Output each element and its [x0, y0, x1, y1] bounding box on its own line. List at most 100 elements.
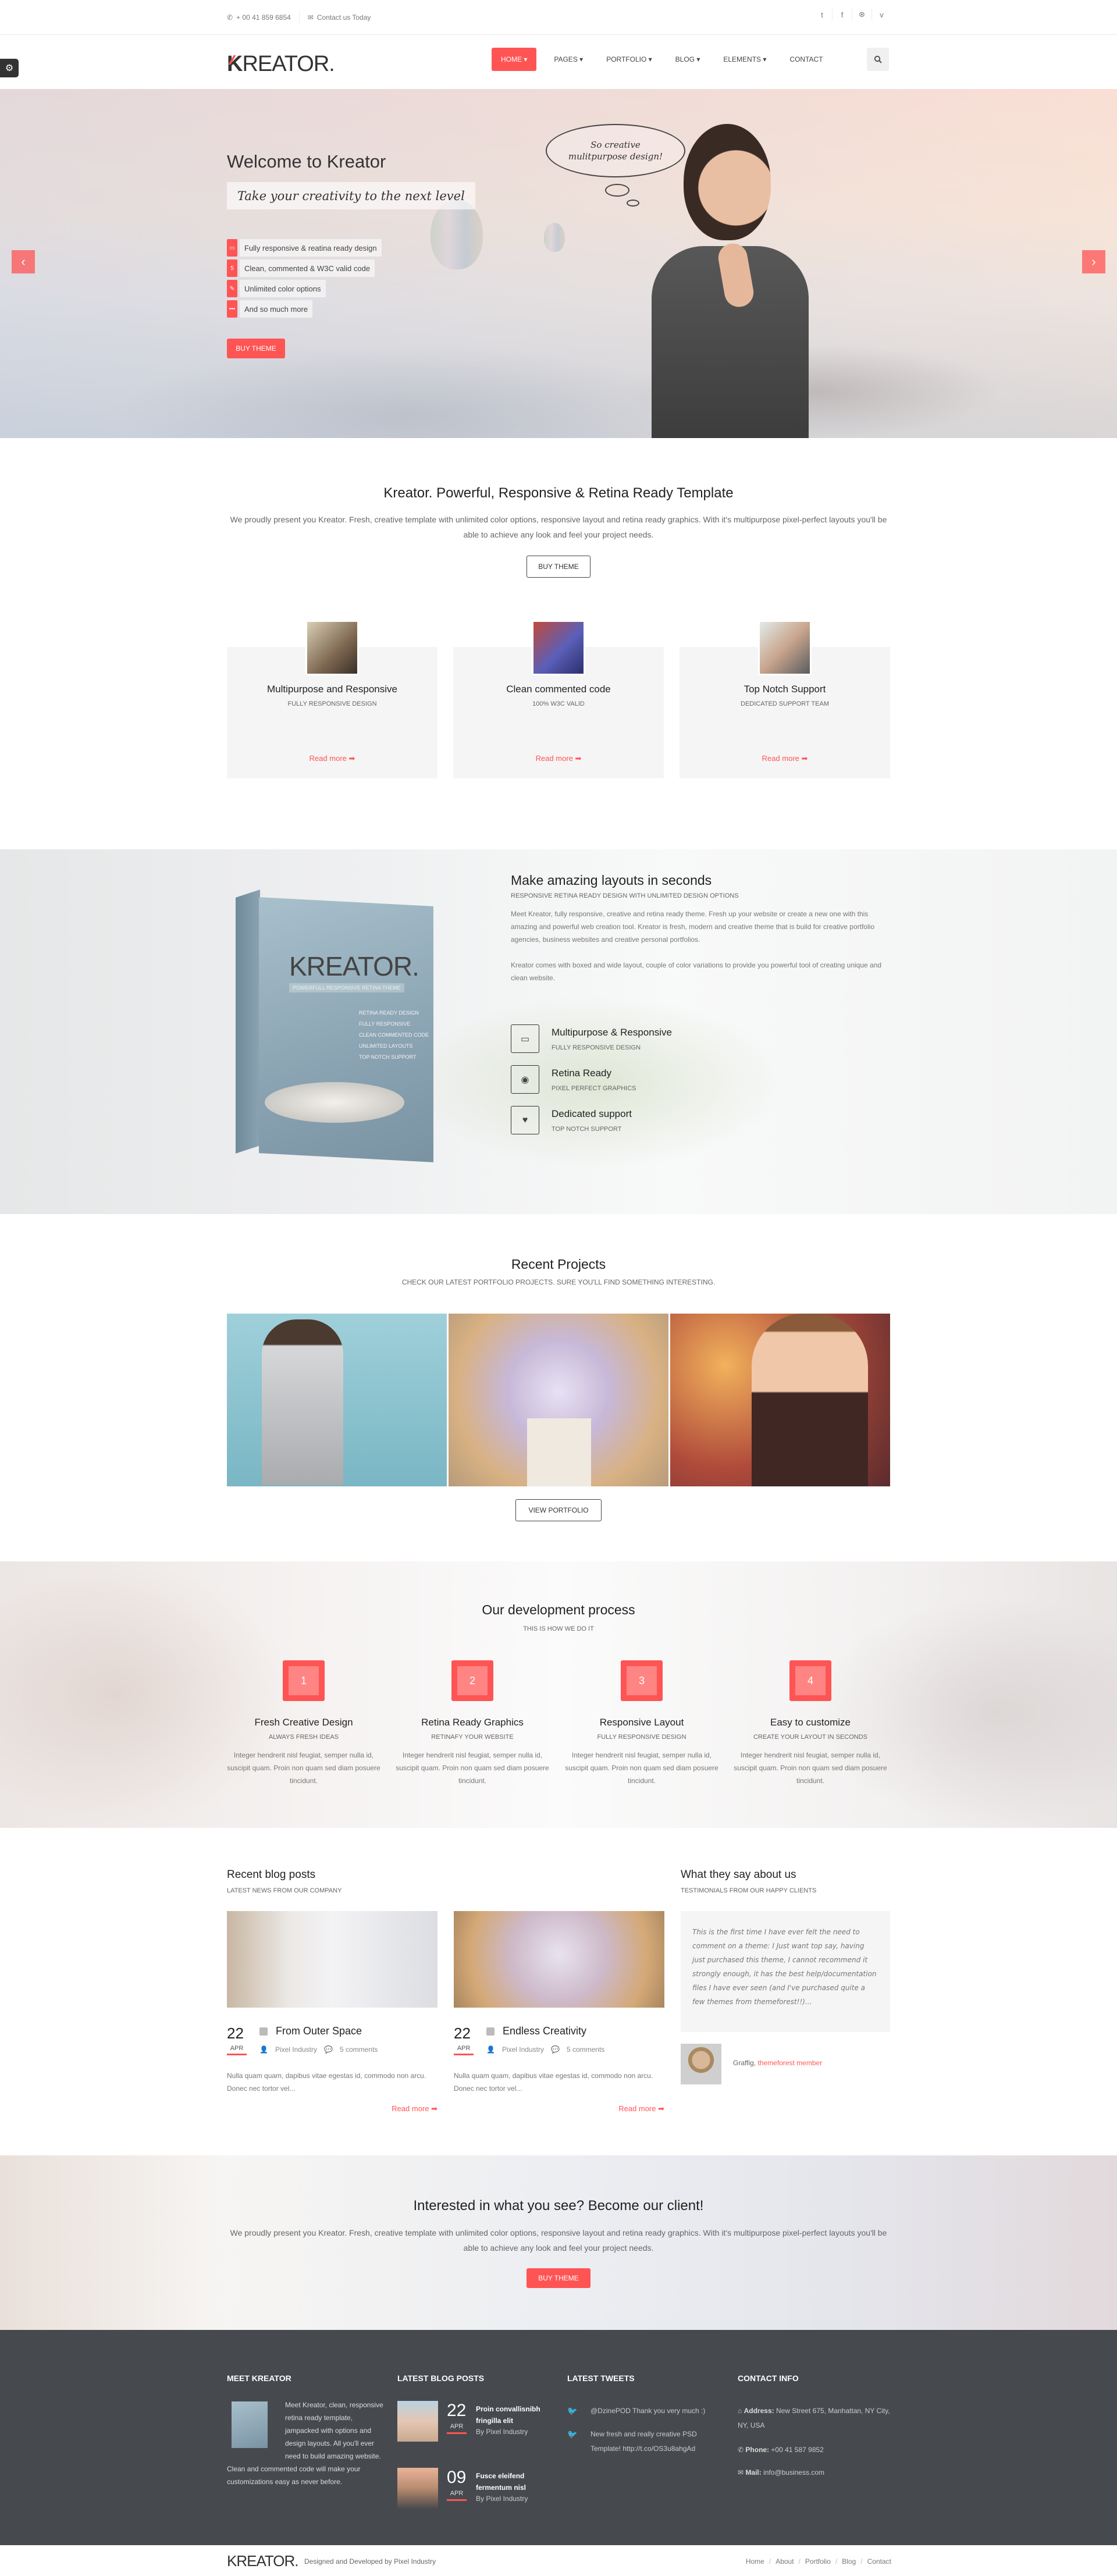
footer-post-image [397, 2468, 438, 2509]
search-button[interactable] [867, 48, 889, 71]
service-thumbnail [305, 620, 359, 675]
eye-icon: ◉ [511, 1065, 539, 1094]
contact-address: ⌂ Address: New Street 675, Manhattan, NY… [738, 2407, 890, 2429]
footer-contact-title: CONTACT INFO [738, 2374, 799, 2383]
footer-link-portfolio[interactable]: Portfolio [805, 2557, 831, 2566]
dribbble-icon[interactable]: ⊛ [852, 8, 871, 21]
read-more-link[interactable]: Read more ➡ [227, 754, 437, 763]
monitor-icon: ▭ [227, 239, 237, 257]
footer-link-about[interactable]: About [776, 2557, 794, 2566]
features-subtitle: RESPONSIVE RETINA READY DESIGN WITH UNLI… [511, 892, 739, 899]
view-portfolio-button[interactable]: VIEW PORTFOLIO [515, 1499, 602, 1521]
image-post-icon [486, 2027, 495, 2036]
search-icon [874, 55, 882, 63]
site-header: KREATOR. HOME ▾ PAGES ▾ PORTFOLIO ▾ BLOG… [0, 35, 1117, 89]
footer-posts-title: LATEST BLOG POSTS [397, 2374, 485, 2383]
cta-section: Interested in what you see? Become our c… [0, 2155, 1117, 2330]
heart-icon: ♥ [511, 1106, 539, 1134]
hero-tagline: Take your creativity to the next level [227, 182, 475, 209]
blog-post-image[interactable] [227, 1911, 437, 2008]
blog-post-image[interactable] [454, 1911, 664, 2008]
step-number: 4 [789, 1660, 831, 1701]
process-step: 3 Responsive Layout FULLY RESPONSIVE DES… [557, 1660, 726, 1787]
contact-link[interactable]: ✉ Contact us Today [308, 13, 379, 22]
nav-contact[interactable]: CONTACT [778, 48, 834, 71]
nav-home[interactable]: HOME ▾ [492, 48, 537, 71]
user-icon: 👤 [486, 2045, 495, 2054]
credit-text: Designed and Developed by Pixel Industry [304, 2557, 436, 2566]
balloon-image [431, 200, 483, 269]
facebook-icon[interactable]: f [832, 8, 852, 21]
intro-buy-button[interactable]: BUY THEME [527, 556, 590, 578]
service-card: Clean commented code 100% W3C VALID Cust… [453, 620, 1117, 1171]
footer-link-home[interactable]: Home [746, 2557, 764, 2566]
logo[interactable]: KREATOR. [227, 52, 335, 77]
nav-pages[interactable]: PAGES ▾ [542, 48, 595, 71]
thought-bubble-small [627, 200, 639, 207]
read-more-link[interactable]: Read more ➡ [618, 2104, 664, 2114]
comments-icon: 💬 [550, 2045, 560, 2054]
hero-feature: ••• And so much more [227, 300, 382, 318]
testimonial-avatar [681, 2044, 721, 2084]
gear-icon: ⚙ [5, 63, 14, 73]
step-number: 3 [621, 1660, 663, 1701]
main-nav: HOME ▾ PAGES ▾ PORTFOLIO ▾ BLOG ▾ ELEMEN… [492, 48, 835, 71]
pencil-icon: ✎ [227, 280, 237, 297]
footer-post[interactable]: 22 APR Proin convallisnibh fringilla eli… [397, 2401, 540, 2443]
nav-blog[interactable]: BLOG ▾ [664, 48, 712, 71]
hero-feature-list: ▭ Fully responsive & reatina ready design… [227, 239, 382, 321]
user-icon: 👤 [259, 2045, 268, 2054]
footer-logo[interactable]: KREATOR. [227, 2552, 299, 2570]
process-step: 4 Easy to customize CREATE YOUR LAYOUT I… [726, 1660, 895, 1787]
process-step: 1 Fresh Creative Design ALWAYS FRESH IDE… [219, 1660, 388, 1787]
twitter-icon: 🐦 [567, 2406, 578, 2415]
phone-icon: ✆ [738, 2446, 744, 2454]
social-links: t f ⊛ v [812, 8, 891, 21]
footer-link-contact[interactable]: Contact [867, 2557, 891, 2566]
cta-text: We proudly present you Kreator. Fresh, c… [230, 2228, 887, 2253]
service-thumbnail [758, 620, 812, 675]
cta-buy-button[interactable]: BUY THEME [527, 2268, 590, 2288]
hero-feature: ▭ Fully responsive & reatina ready design [227, 239, 382, 257]
step-number: 1 [283, 1660, 325, 1701]
footer-post[interactable]: 09 APR Fusce eleifend fermentum nisl By … [397, 2468, 537, 2510]
tweet: 🐦 @DzinePOD Thank you very much :) [567, 2404, 713, 2418]
nav-elements[interactable]: ELEMENTS ▾ [712, 48, 778, 71]
blog-post-title[interactable]: From Outer Space [276, 2025, 362, 2037]
envelope-icon: ✉ [307, 13, 314, 22]
image-post-icon [259, 2027, 268, 2036]
tweet: 🐦 New fresh and really creative PSD Temp… [567, 2427, 713, 2456]
slider-prev-button[interactable]: ‹ [12, 250, 35, 273]
service-thumbnail [532, 620, 585, 675]
more-icon: ••• [227, 300, 237, 318]
portfolio-item[interactable] [449, 1314, 668, 1486]
hero-model-image [652, 124, 809, 438]
nav-portfolio[interactable]: PORTFOLIO ▾ [595, 48, 663, 71]
footer-meet-text: Meet Kreator, clean, responsive retina r… [227, 2401, 383, 2486]
hero-feature: 5 Clean, commented & W3C valid code [227, 259, 382, 277]
portfolio-item[interactable] [227, 1314, 447, 1486]
product-box-image: KREATOR. POWERFULL RESPONSIVE RETINA THE… [236, 889, 445, 1162]
portfolio-item[interactable] [670, 1314, 890, 1486]
read-more-link[interactable]: Read more ➡ [453, 754, 664, 763]
step-number: 2 [451, 1660, 493, 1701]
service-card: Top Notch Support DEDICATED SUPPORT TEAM… [680, 620, 1117, 1171]
comments-icon: 💬 [323, 2045, 333, 2054]
hero-title: Welcome to Kreator [227, 151, 386, 172]
contact-mail: ✉ Mail: info@business.com [738, 2468, 824, 2477]
projects-subtitle: CHECK OUR LATEST PORTFOLIO PROJECTS. SUR… [401, 1278, 716, 1286]
settings-toggle[interactable]: ⚙ [0, 59, 19, 77]
process-section: Our development process THIS IS HOW WE D… [0, 1561, 1117, 1828]
testimonial-role-link[interactable]: themeforest member [757, 2059, 822, 2067]
read-more-link[interactable]: Read more ➡ [680, 754, 890, 763]
footer-link-blog[interactable]: Blog [842, 2557, 856, 2566]
service-card: Multipurpose and Responsive FULLY RESPON… [227, 620, 945, 1171]
phone-icon: ✆ [227, 13, 233, 22]
hero-buy-button[interactable]: BUY THEME [227, 339, 285, 358]
twitter-icon[interactable]: t [812, 8, 832, 21]
blog-post-title[interactable]: Endless Creativity [503, 2025, 586, 2037]
blog-post: 22 APR Endless Creativity 👤 Pixel Industr… [454, 1911, 664, 2113]
slider-next-button[interactable]: › [1082, 250, 1105, 273]
vine-icon[interactable]: v [871, 8, 891, 21]
read-more-link[interactable]: Read more ➡ [392, 2104, 437, 2114]
